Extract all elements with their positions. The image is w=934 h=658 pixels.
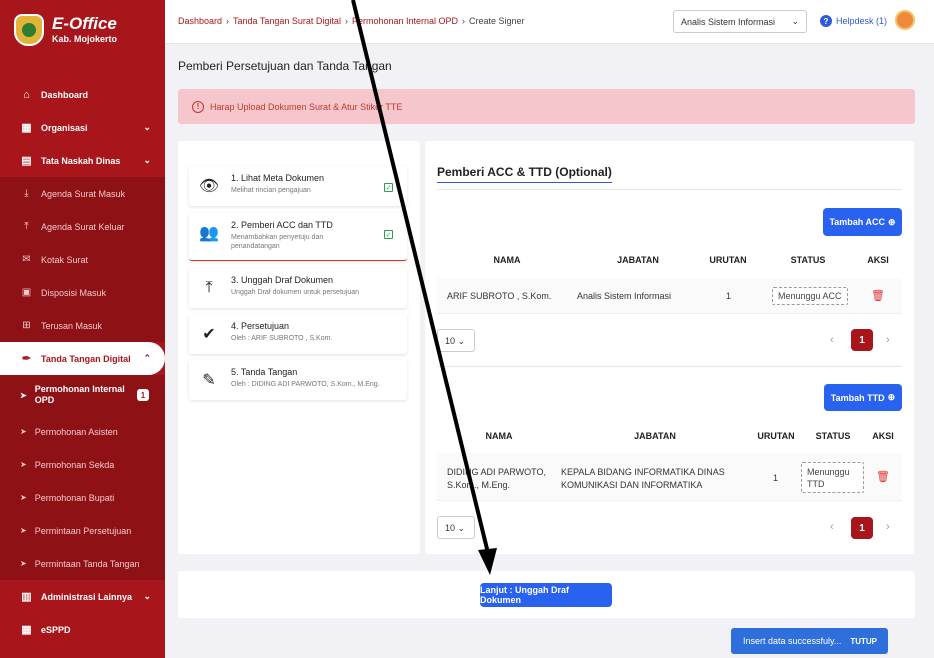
chevron-down-icon: ⌄: [143, 122, 151, 132]
help-icon: ?: [820, 15, 832, 27]
arrow-right-icon: ➤: [20, 559, 27, 568]
plus-circle-icon: ⊕: [887, 216, 896, 227]
count-badge: 1: [137, 389, 149, 401]
pen-icon: ✎: [202, 372, 216, 389]
prev-page-button[interactable]: ‹: [830, 521, 834, 533]
steps-panel: 👁 1. Lihat Meta Dokumen Melihat rincian p…: [178, 141, 420, 554]
step-lihat-meta[interactable]: 👁 1. Lihat Meta Dokumen Melihat rincian p…: [189, 166, 407, 206]
breadcrumb: Dashboard › Tanda Tangan Surat Digital › P…: [178, 16, 525, 26]
page-number-button[interactable]: 1: [851, 329, 873, 351]
trash-icon[interactable]: 🗑: [871, 289, 885, 302]
app-logo[interactable]: E-Office Kab. Mojokerto: [14, 14, 117, 46]
sidebar-item-agenda-masuk[interactable]: ⤓ Agenda Surat Masuk: [0, 177, 165, 210]
sidebar-item-tanda-tangan-req[interactable]: ➤ Permintaan Tanda Tangan: [0, 547, 165, 580]
breadcrumb-current: Create Signer: [469, 16, 525, 26]
building-icon: ▦: [21, 122, 32, 134]
folder-icon: ▥: [21, 591, 32, 603]
sidebar-item-persetujuan[interactable]: ➤ Permintaan Persetujuan: [0, 514, 165, 547]
page-number-button[interactable]: 1: [851, 517, 873, 539]
building-icon: ▦: [21, 624, 32, 636]
upload-icon: ⤒: [205, 279, 213, 296]
forward-box-icon: ⊞: [22, 320, 31, 331]
sidebar-item-kotak-surat[interactable]: ✉ Kotak Surat: [0, 243, 165, 276]
check-icon: ✓: [384, 183, 393, 192]
sidebar-item-dashboard[interactable]: ⌂ Dashboard: [0, 78, 165, 111]
pen-icon: ✒: [21, 353, 32, 365]
sidebar-item-asisten[interactable]: ➤ Permohonan Asisten: [0, 415, 165, 448]
alert-banner: ! Harap Upload Dokumen Surat & Atur Stike…: [178, 89, 915, 124]
step-persetujuan[interactable]: ✔ 4. Persetujuan Oleh : ARIF SUBROTO , S.…: [189, 314, 407, 354]
success-toast: Insert data successfuly... TUTUP: [731, 628, 888, 654]
users-icon: 👥: [199, 225, 219, 242]
user-check-icon: ✔: [202, 326, 216, 343]
tray-icon: ▣: [21, 287, 32, 298]
chevron-down-icon: ⌄: [143, 591, 151, 601]
document-icon: ▤: [21, 155, 32, 167]
home-icon: ⌂: [23, 88, 30, 101]
chevron-down-icon: ⌄: [791, 16, 799, 26]
arrow-right-icon: ➤: [20, 493, 27, 502]
sidebar-item-internal-opd[interactable]: ➤ Permohonan Internal OPD 1: [0, 375, 165, 415]
sidebar-item-disposisi[interactable]: ▣ Disposisi Masuk: [0, 276, 165, 309]
sidebar-nav: ⌂ Dashboard ▦ Organisasi ⌄ ▤ Tata Naskah Din…: [0, 78, 165, 646]
next-page-button[interactable]: ›: [886, 521, 890, 533]
signer-panel: Pemberi ACC & TTD (Optional) Tambah ACC ⊕…: [425, 141, 914, 554]
main-content: Dashboard › Tanda Tangan Surat Digital › P…: [165, 0, 934, 658]
arrow-right-icon: ➤: [20, 526, 27, 535]
alert-circle-icon: !: [192, 100, 204, 113]
topbar: Dashboard › Tanda Tangan Surat Digital › P…: [165, 0, 934, 44]
page-size-select[interactable]: 10 ⌄: [437, 516, 475, 539]
breadcrumb-internal-opd[interactable]: Permohonan Internal OPD: [352, 16, 458, 26]
arrow-right-icon: ➤: [20, 460, 27, 469]
status-badge: Menunggu ACC: [772, 287, 848, 305]
regency-emblem-icon: [14, 14, 44, 46]
prev-page-button[interactable]: ‹: [830, 334, 834, 346]
sidebar-item-bupati[interactable]: ➤ Permohonan Bupati: [0, 481, 165, 514]
next-page-button[interactable]: ›: [886, 334, 890, 346]
sidebar: E-Office Kab. Mojokerto ⌂ Dashboard ▦ Orga…: [0, 0, 165, 658]
inbox-download-icon: ⤓: [24, 188, 29, 199]
mail-icon: ✉: [22, 254, 31, 265]
arrow-right-icon: ➤: [20, 427, 27, 436]
panel-title: Pemberi ACC & TTD (Optional): [437, 165, 612, 183]
app-title: E-Office: [52, 14, 117, 33]
step-pemberi-acc[interactable]: 👥 2. Pemberi ACC dan TTD Menambahkan peny…: [189, 213, 407, 261]
breadcrumb-dashboard[interactable]: Dashboard: [178, 16, 222, 26]
sidebar-item-esppd[interactable]: ▦ eSPPD: [0, 613, 165, 646]
add-ttd-button[interactable]: Tambah TTD ⊕: [824, 384, 902, 411]
sidebar-item-administrasi[interactable]: ▥ Administrasi Lainnya ⌄: [0, 580, 165, 613]
role-select[interactable]: Analis Sistem Informasi ⌄: [673, 10, 807, 33]
arrow-right-icon: ➤: [20, 390, 27, 400]
helpdesk-link[interactable]: ? Helpdesk (1): [820, 15, 887, 27]
breadcrumb-ttd-digital[interactable]: Tanda Tangan Surat Digital: [233, 16, 341, 26]
chevron-up-icon: ⌃: [143, 353, 151, 363]
upload-icon: ⤒: [24, 221, 29, 232]
toast-close-button[interactable]: TUTUP: [850, 637, 877, 646]
plus-circle-icon: ⊕: [887, 392, 896, 402]
status-badge: Menunggu TTD: [801, 462, 864, 493]
step-unggah-draf[interactable]: ⤒ 3. Unggah Draf Dokumen Unggah Draf doku…: [189, 268, 407, 308]
sidebar-item-terusan[interactable]: ⊞ Terusan Masuk: [0, 309, 165, 342]
sidebar-item-tanda-tangan[interactable]: ✒ Tanda Tangan Digital ⌃: [0, 342, 165, 375]
sidebar-item-tata-naskah[interactable]: ▤ Tata Naskah Dinas ⌄: [0, 144, 165, 177]
trash-icon[interactable]: 🗑: [876, 470, 890, 483]
sidebar-item-agenda-keluar[interactable]: ⤒ Agenda Surat Keluar: [0, 210, 165, 243]
page-title: Pemberi Persetujuan dan Tanda Tangan: [178, 59, 392, 73]
sidebar-item-sekda[interactable]: ➤ Permohonan Sekda: [0, 448, 165, 481]
next-upload-draft-button[interactable]: Lanjut : Unggah Draf Dokumen: [480, 583, 612, 607]
app-subtitle: Kab. Mojokerto: [52, 34, 118, 44]
step-tanda-tangan[interactable]: ✎ 5. Tanda Tangan Oleh : DIDING ADI PARWO…: [189, 360, 407, 400]
page-size-select[interactable]: 10 ⌄: [437, 329, 475, 352]
sidebar-item-organisasi[interactable]: ▦ Organisasi ⌄: [0, 111, 165, 144]
chevron-down-icon: ⌄: [143, 155, 151, 165]
eye-icon: 👁: [198, 178, 220, 195]
avatar[interactable]: [895, 10, 915, 30]
action-bar: Lanjut : Unggah Draf Dokumen: [178, 571, 915, 618]
add-acc-button[interactable]: Tambah ACC ⊕: [823, 208, 902, 236]
check-icon: ✓: [384, 230, 393, 239]
